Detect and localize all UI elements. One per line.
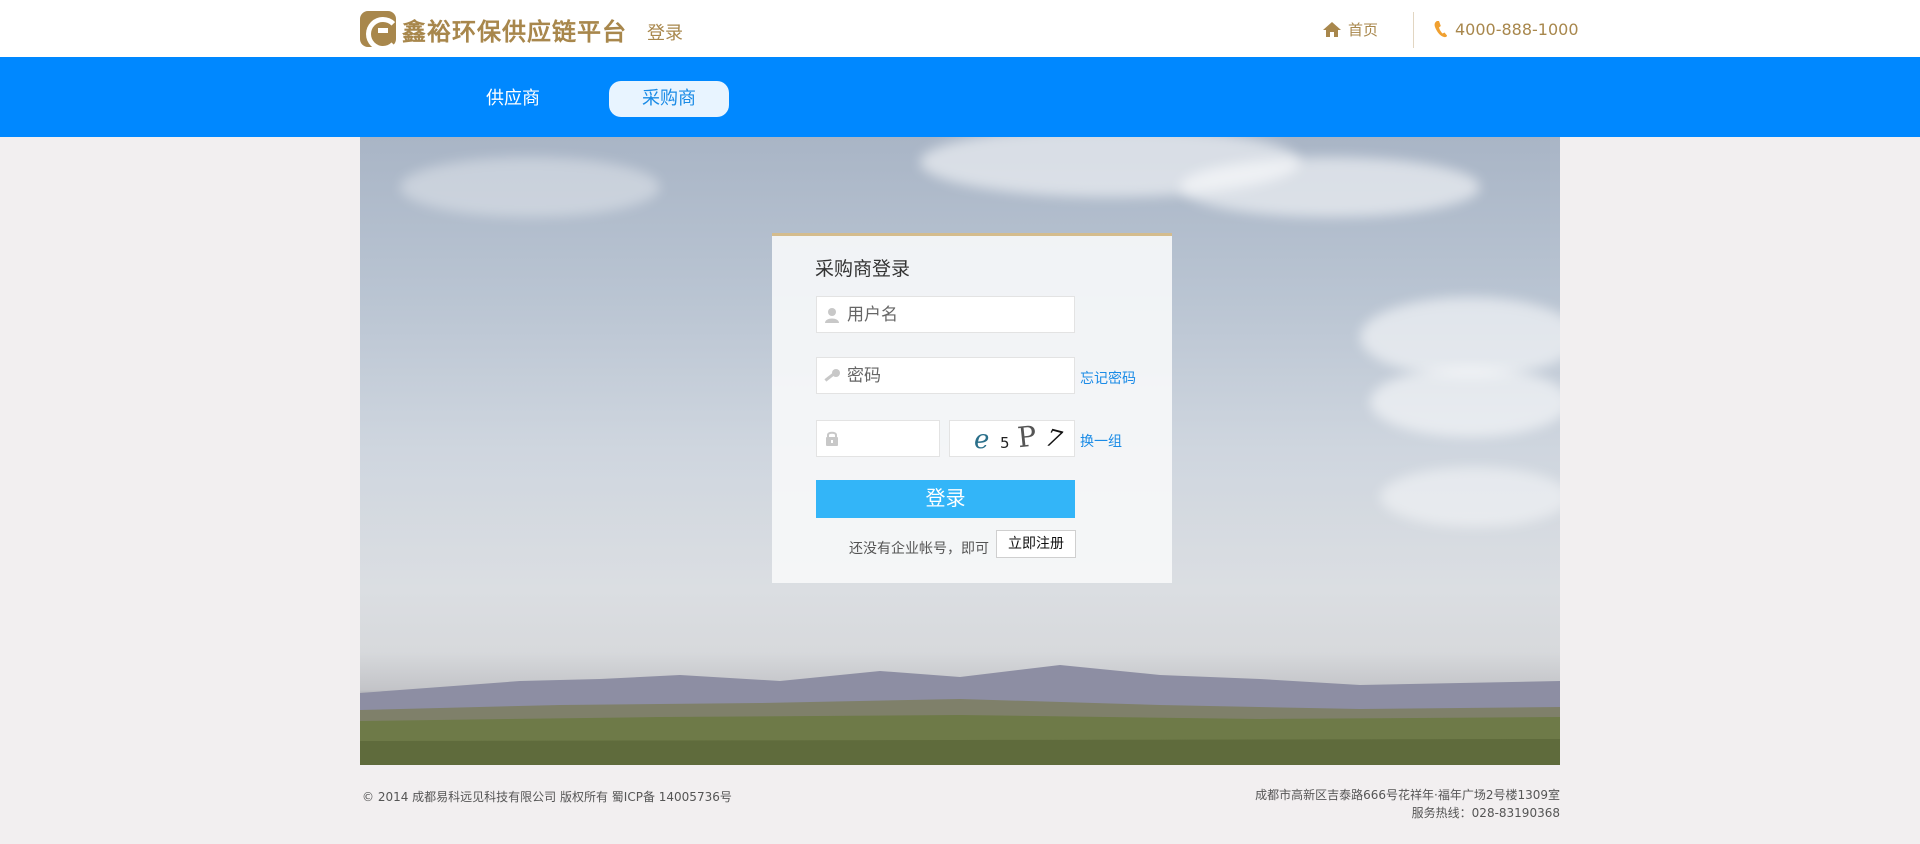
tab-buyer[interactable]: 采购商 — [609, 81, 729, 117]
captcha-field[interactable] — [816, 420, 940, 457]
key-icon — [817, 368, 847, 384]
username-input[interactable] — [847, 297, 1047, 332]
phone-icon — [1434, 21, 1447, 38]
password-input[interactable] — [847, 358, 1047, 393]
footer-contact: 成都市高新区吉泰路666号花祥年·福年广场2号楼1309室 服务热线：028-8… — [1255, 786, 1560, 822]
captcha-input[interactable] — [847, 421, 932, 456]
role-nav-bar: 供应商 采购商 — [0, 57, 1920, 137]
captcha-image[interactable]: e 5 P 7 — [949, 419, 1075, 457]
footer-address: 成都市高新区吉泰路666号花祥年·福年广场2号楼1309室 — [1255, 788, 1560, 802]
register-button[interactable]: 立即注册 — [996, 530, 1076, 558]
lock-icon — [817, 430, 847, 447]
logo-mark-icon — [360, 11, 400, 51]
user-icon — [817, 307, 847, 323]
captcha-char: e — [974, 425, 989, 455]
brand-name: 鑫裕环保供应链平台 — [402, 17, 627, 46]
footer-hotline: 服务热线：028-83190368 — [1411, 806, 1560, 820]
top-header: 鑫裕环保供应链平台 登录 首页 4000-888-1000 — [0, 0, 1920, 57]
no-account-text: 还没有企业帐号，即可 — [849, 541, 989, 557]
home-link[interactable]: 首页 — [1322, 19, 1378, 39]
cloud — [1180, 157, 1480, 217]
refresh-captcha-link[interactable]: 换一组 — [1080, 431, 1122, 451]
captcha-char: 7 — [1043, 423, 1066, 454]
forgot-password-link[interactable]: 忘记密码 — [1080, 368, 1136, 388]
phone-number: 4000-888-1000 — [1455, 19, 1579, 39]
login-panel: 采购商登录 忘记密码 e — [772, 233, 1172, 583]
cloud — [400, 157, 660, 217]
home-icon — [1323, 21, 1341, 37]
cloud — [1380, 467, 1560, 527]
cloud — [1360, 297, 1560, 377]
header-divider — [1413, 12, 1414, 48]
password-field[interactable] — [816, 357, 1075, 394]
cloud — [1370, 367, 1560, 437]
captcha-char: 5 — [1000, 434, 1010, 452]
page-label: 登录 — [647, 23, 683, 44]
home-label: 首页 — [1348, 20, 1379, 39]
login-button[interactable]: 登录 — [816, 480, 1075, 518]
phone-contact: 4000-888-1000 — [1434, 19, 1579, 39]
brand-logo[interactable]: 鑫裕环保供应链平台 登录 — [360, 11, 683, 51]
tab-supplier[interactable]: 供应商 — [470, 81, 556, 117]
username-field[interactable] — [816, 296, 1075, 333]
footer-copyright: © 2014 成都易科远见科技有限公司 版权所有 蜀ICP备 14005736号 — [362, 790, 732, 804]
mountain-landscape — [360, 665, 1560, 765]
captcha-char: P — [1016, 421, 1038, 454]
login-title: 采购商登录 — [815, 258, 911, 280]
